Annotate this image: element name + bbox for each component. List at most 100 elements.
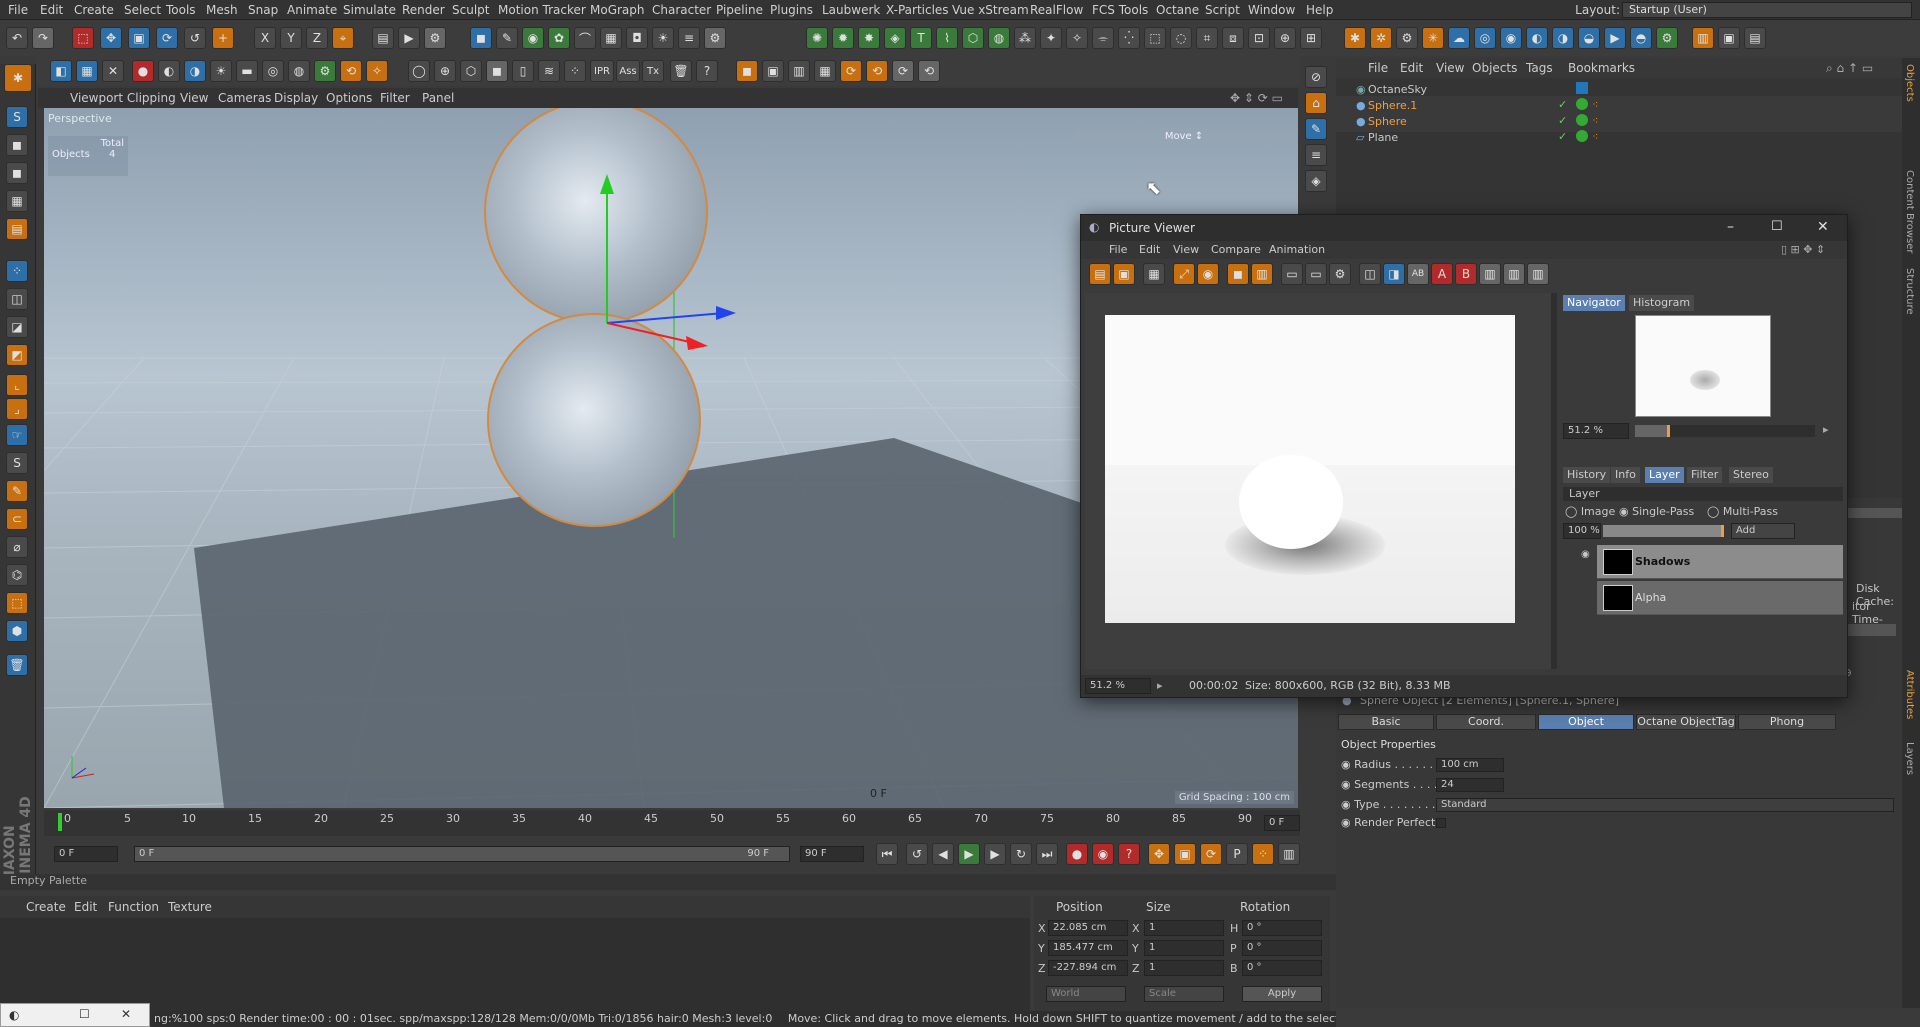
emitter-icon[interactable]: ✦ <box>1040 27 1062 49</box>
key-scale-icon[interactable]: ▣ <box>1174 843 1196 865</box>
pv-compare-settings-icon[interactable]: ⚙ <box>1329 263 1351 285</box>
s-tool-icon[interactable]: S <box>6 106 28 128</box>
pv-maximize-icon[interactable]: ☐ <box>1771 219 1783 234</box>
timeline-ruler[interactable]: 0 5 10 15 20 25 30 35 40 45 50 55 60 65 … <box>44 810 1300 836</box>
octane-fog-icon[interactable]: ◑ <box>1552 27 1574 49</box>
texture-mode-icon[interactable]: ▦ <box>76 60 98 82</box>
om-menu-edit[interactable]: Edit <box>1400 61 1423 75</box>
extra-tool-icon[interactable]: ⊞ <box>1300 27 1322 49</box>
om-tag-icon[interactable]: ◈ <box>1305 170 1327 192</box>
polygons-tool-icon[interactable]: ◪ <box>6 316 28 338</box>
om-pen-icon[interactable]: ✎ <box>1305 118 1327 140</box>
om-menu-tags[interactable]: Tags <box>1526 61 1553 75</box>
mat-menu-create[interactable]: Create <box>26 900 66 914</box>
pv-menu-animation[interactable]: Animation <box>1269 243 1325 256</box>
light-bulb-icon[interactable]: ◯ <box>408 60 430 82</box>
redo-icon[interactable]: ↷ <box>32 27 54 49</box>
vp-menu-cameras[interactable]: Cameras <box>218 91 271 105</box>
radius-radio-icon[interactable]: ◉ <box>1341 758 1351 771</box>
pv-b-icon[interactable]: B <box>1455 263 1477 285</box>
bevel-tool-icon[interactable]: ⬢ <box>6 620 28 642</box>
refresh-icon[interactable]: ⟳ <box>840 60 862 82</box>
om-camera-icon[interactable]: ⌂ <box>1305 92 1327 114</box>
material-area[interactable] <box>0 918 1030 1014</box>
next-frame-icon[interactable]: ▶ <box>984 843 1006 865</box>
minimized-window[interactable]: ◐ ☐ ✕ <box>0 1003 150 1027</box>
type-select[interactable]: Standard <box>1436 798 1894 812</box>
vp-menu-view[interactable]: View <box>180 91 208 105</box>
pv-menu-view[interactable]: View <box>1173 243 1199 256</box>
octane-material-icon[interactable]: ✳ <box>1422 27 1444 49</box>
viewport-nav-icons[interactable]: ✥ ⇕ ⟳ ▭ <box>1230 91 1283 105</box>
material-tag-icon[interactable] <box>1576 114 1588 126</box>
side-tab-content-browser[interactable]: Content Browser <box>1904 170 1915 253</box>
menu-render[interactable]: Render <box>402 3 445 17</box>
octane-light-icon[interactable]: ◐ <box>1526 27 1548 49</box>
render-box-icon[interactable]: ◼ <box>736 60 758 82</box>
key-param-icon[interactable]: P <box>1226 843 1248 865</box>
attr-tab-octane-objecttag[interactable]: Octane ObjectTag <box>1636 714 1736 730</box>
tweak-tool-icon[interactable]: ☞ <box>6 424 28 446</box>
om-menu-objects[interactable]: Objects <box>1472 61 1517 75</box>
pv-split-icon[interactable]: ◨ <box>1383 263 1405 285</box>
bend-deformer-icon[interactable]: ⌒ <box>574 27 596 49</box>
octane-film-icon[interactable]: ▤ <box>1744 27 1766 49</box>
render-perfect-radio-icon[interactable]: ◉ <box>1341 816 1351 829</box>
menu-pipeline[interactable]: Pipeline <box>716 3 763 17</box>
pv-nav-zoom-field[interactable]: 51.2 % <box>1563 423 1629 439</box>
bridge-tool-icon[interactable]: ⌬ <box>6 564 28 586</box>
add-object-icon[interactable]: + <box>212 27 234 49</box>
null-object-icon[interactable]: ⊕ <box>1274 27 1296 49</box>
stop-icon[interactable]: ⟳ <box>892 60 914 82</box>
visible-check-icon[interactable]: ✓ <box>1558 130 1567 143</box>
object-name[interactable]: OctaneSky <box>1368 83 1427 96</box>
phong-tag-icon[interactable]: ⁖ <box>1592 114 1598 127</box>
pv-ab-icon[interactable]: ◫ <box>1359 263 1381 285</box>
keyframe-selection-icon[interactable]: ? <box>1118 843 1140 865</box>
pv-fit-icon[interactable]: ⤢ <box>1173 263 1195 285</box>
pv-compare-a-icon[interactable]: ▭ <box>1281 263 1303 285</box>
octane-scatter-icon[interactable]: ◒ <box>1578 27 1600 49</box>
pv-layer-eye-icon[interactable]: ◉ <box>1581 549 1590 560</box>
pv-menu-edit[interactable]: Edit <box>1139 243 1160 256</box>
trash-tool-icon[interactable]: 🗑 <box>6 654 28 676</box>
tweak-mode-icon[interactable]: ◍ <box>288 60 310 82</box>
knife-tool-icon[interactable]: ⌀ <box>6 536 28 558</box>
size-y-field[interactable]: 1 <box>1144 940 1224 956</box>
material-tag-icon[interactable] <box>1576 130 1588 142</box>
floor-icon[interactable]: ▦ <box>600 27 622 49</box>
script-icon[interactable]: ≡ <box>678 27 700 49</box>
menu-tools[interactable]: Tools <box>166 3 196 17</box>
cube-tool-icon[interactable]: ◼ <box>6 134 28 156</box>
z-axis-button[interactable]: Z <box>306 27 328 49</box>
page-icon[interactable]: ▯ <box>512 60 534 82</box>
material-tag-icon[interactable] <box>1576 98 1588 110</box>
om-menu-view[interactable]: View <box>1436 61 1464 75</box>
points-mode-icon[interactable]: ◐ <box>158 60 180 82</box>
pos-x-field[interactable]: 22.085 cm <box>1048 920 1128 936</box>
octane-gpu-icon[interactable]: ⚙ <box>1656 27 1678 49</box>
cube-icon[interactable]: ◼ <box>470 27 492 49</box>
pause-icon[interactable]: ⟲ <box>918 60 940 82</box>
pv-tab-filter[interactable]: Filter <box>1687 467 1723 483</box>
edges-tool-icon[interactable]: ◫ <box>6 288 28 310</box>
mograph-matrix-icon[interactable]: ✸ <box>858 27 880 49</box>
pv-tab-history[interactable]: History <box>1563 467 1611 483</box>
pv-opacity-slider[interactable] <box>1603 525 1723 537</box>
array-icon[interactable]: ✿ <box>548 27 570 49</box>
timeline-playhead[interactable] <box>58 813 62 831</box>
rot-h-field[interactable]: 0 ° <box>1242 920 1322 936</box>
mograph-effector-icon[interactable]: ◈ <box>884 27 906 49</box>
snap-tool-icon[interactable]: S <box>6 452 28 474</box>
pv-refresh-icon[interactable]: ▥ <box>1251 263 1273 285</box>
mograph-fracture-icon[interactable]: ✹ <box>832 27 854 49</box>
edit-render-settings-icon[interactable]: ⚙ <box>424 27 446 49</box>
y-axis-handle-icon[interactable] <box>600 174 614 194</box>
pv-status-zoom-field[interactable]: 51.2 % <box>1085 678 1151 694</box>
world-select[interactable]: World <box>1046 986 1126 1002</box>
edges-mode-icon[interactable]: ◑ <box>184 60 206 82</box>
tx-button[interactable]: Tx <box>642 60 664 82</box>
render-image-icon[interactable]: ▣ <box>762 60 784 82</box>
menu-octane[interactable]: Octane <box>1156 3 1199 17</box>
pv-tab-info[interactable]: Info <box>1611 467 1640 483</box>
